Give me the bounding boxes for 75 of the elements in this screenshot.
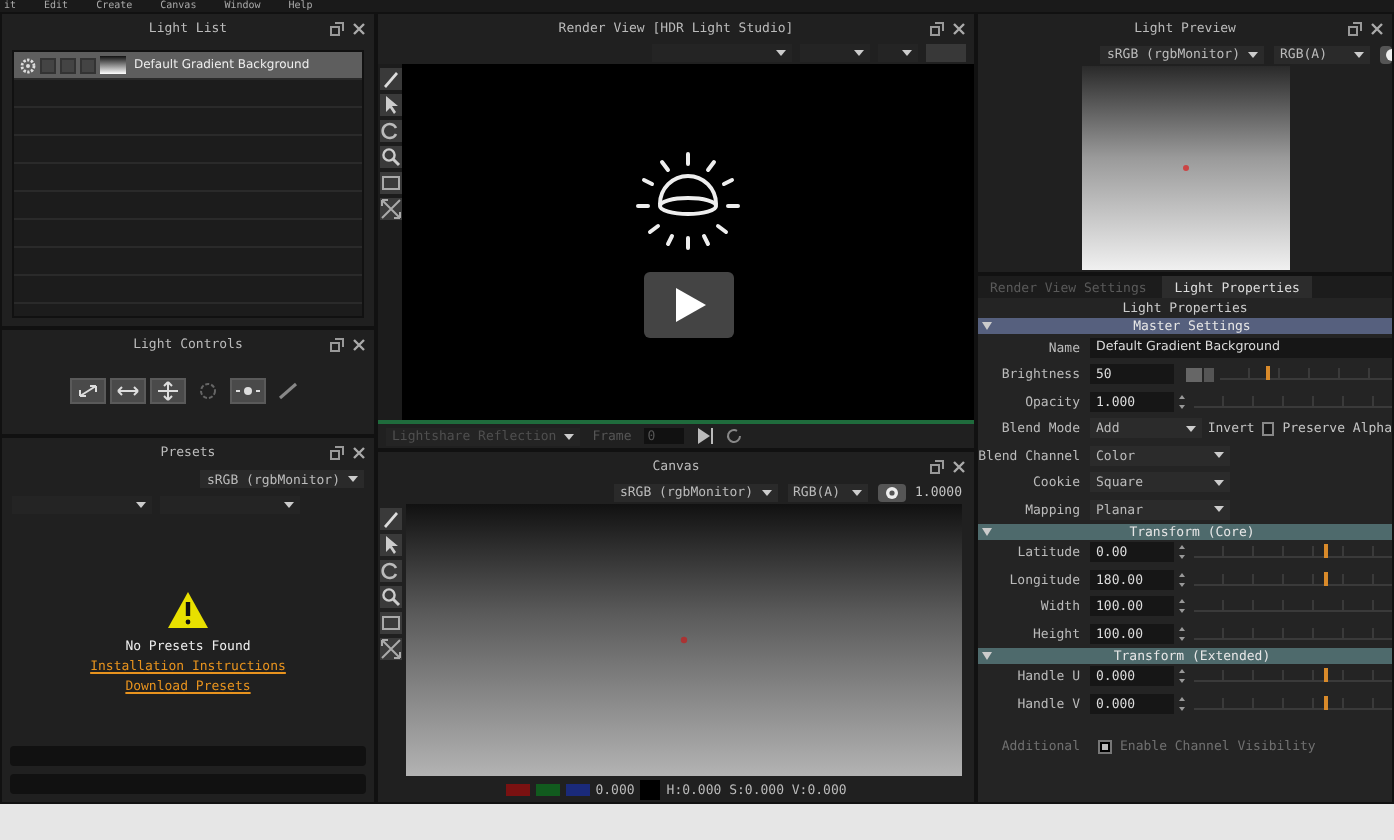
sun-icon — [634, 147, 742, 251]
close-icon[interactable] — [352, 445, 366, 459]
float-icon[interactable] — [330, 445, 344, 459]
caret-icon — [1214, 506, 1224, 513]
exposure-knob[interactable] — [877, 483, 906, 501]
gradient-icon — [100, 56, 126, 74]
close-icon[interactable] — [352, 337, 366, 351]
dropdown[interactable] — [800, 44, 870, 62]
close-icon[interactable] — [1370, 21, 1384, 35]
menu-icon[interactable] — [1186, 367, 1214, 382]
caret-icon — [564, 433, 575, 439]
float-icon[interactable] — [330, 21, 344, 35]
caret-icon — [854, 50, 864, 56]
slider[interactable] — [1194, 670, 1392, 683]
magnifier-icon[interactable] — [380, 586, 402, 608]
pen-icon[interactable] — [380, 68, 402, 90]
rotate-icon[interactable] — [380, 120, 402, 142]
close-icon[interactable] — [352, 21, 366, 35]
rotate-icon[interactable] — [380, 560, 402, 582]
collapse-icon[interactable] — [982, 651, 992, 659]
caret-icon — [284, 502, 294, 508]
caret-icon — [1248, 51, 1258, 57]
caret-icon — [761, 489, 772, 495]
canvas-area[interactable] — [406, 504, 962, 776]
exposure-knob[interactable] — [1380, 45, 1392, 63]
slider-handle[interactable] — [1266, 366, 1271, 381]
slider-handle[interactable] — [1324, 668, 1329, 683]
channel-swatch — [565, 783, 590, 795]
magnifier-icon[interactable] — [380, 146, 402, 168]
close-icon[interactable] — [952, 21, 966, 35]
collapse-icon[interactable] — [982, 322, 992, 330]
caret-icon — [851, 489, 862, 495]
float-icon[interactable] — [1348, 21, 1362, 35]
float-icon[interactable] — [330, 337, 344, 351]
pen-icon[interactable] — [380, 508, 402, 530]
play-icon[interactable] — [695, 428, 714, 444]
checkbox[interactable] — [1262, 421, 1275, 436]
frame-icon[interactable] — [380, 172, 402, 194]
refresh-icon[interactable] — [725, 428, 742, 444]
frame-icon[interactable] — [380, 612, 402, 634]
caret-icon — [348, 476, 358, 482]
caret-icon — [776, 50, 786, 56]
pixel-swatch — [640, 779, 661, 799]
pointer-icon[interactable] — [380, 534, 402, 556]
float-icon[interactable] — [930, 21, 944, 35]
target-icon[interactable] — [232, 379, 264, 401]
expand-icon[interactable] — [380, 638, 402, 660]
caret-icon — [1185, 425, 1196, 432]
caret-icon — [1214, 479, 1224, 486]
channel-swatch — [535, 783, 560, 795]
input-field[interactable] — [926, 44, 966, 62]
expand-icon[interactable] — [380, 198, 402, 220]
dropdown[interactable] — [878, 44, 918, 62]
slider[interactable] — [1220, 368, 1392, 381]
crosshair-icon — [1181, 164, 1189, 172]
slider-handle[interactable] — [1324, 571, 1329, 586]
caret-icon — [1354, 51, 1364, 57]
play-button[interactable] — [643, 271, 733, 337]
slider-handle[interactable] — [1324, 544, 1329, 559]
caret-icon — [902, 50, 912, 56]
pointer-icon[interactable] — [380, 94, 402, 116]
channel-swatch — [505, 783, 530, 795]
gear-icon[interactable] — [20, 57, 36, 73]
crosshair-icon — [680, 636, 688, 644]
warning-icon — [166, 590, 210, 630]
close-icon[interactable] — [952, 459, 966, 473]
slider[interactable] — [1194, 546, 1392, 559]
collapse-icon[interactable] — [982, 527, 992, 535]
move-icon[interactable] — [152, 379, 184, 401]
caret-icon — [1214, 452, 1224, 459]
move-icon[interactable] — [72, 379, 104, 401]
slider-handle[interactable] — [1324, 695, 1329, 710]
move-icon[interactable] — [112, 379, 144, 401]
caret-icon — [136, 502, 146, 508]
float-icon[interactable] — [930, 459, 944, 473]
